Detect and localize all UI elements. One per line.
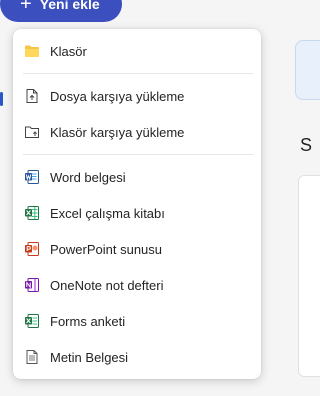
excel-icon (24, 205, 40, 221)
menu-item-file-upload[interactable]: Dosya karşıya yükleme (13, 78, 261, 114)
new-item-menu: Klasör Dosya karşıya yükleme Klasör karş… (13, 29, 261, 379)
nav-selection-indicator (0, 92, 3, 106)
section-heading-partial: S (300, 135, 313, 155)
menu-item-label: OneNote not defteri (50, 277, 164, 293)
file-upload-icon (24, 88, 40, 104)
menu-item-powerpoint[interactable]: PowerPoint sunusu (13, 231, 261, 267)
plus-icon: + (20, 0, 32, 15)
menu-item-label: Metin Belgesi (50, 349, 129, 365)
menu-item-word[interactable]: Word belgesi (13, 159, 261, 195)
menu-item-label: Klasör karşıya yükleme (50, 124, 185, 140)
menu-item-label: Forms anketi (50, 313, 126, 329)
folder-icon (24, 43, 40, 59)
forms-icon (24, 313, 40, 329)
menu-divider (23, 73, 253, 74)
menu-item-label: Word belgesi (50, 169, 126, 185)
folder-upload-icon (24, 124, 40, 140)
menu-divider (23, 154, 253, 155)
background-card (295, 40, 320, 100)
menu-item-text-document[interactable]: Metin Belgesi (13, 339, 261, 375)
new-add-button[interactable]: + Yeni ekle (0, 0, 122, 22)
menu-item-label: Dosya karşıya yükleme (50, 88, 185, 104)
menu-item-folder[interactable]: Klasör (13, 33, 261, 69)
word-icon (24, 169, 40, 185)
onenote-icon (24, 277, 40, 293)
menu-item-folder-upload[interactable]: Klasör karşıya yükleme (13, 114, 261, 150)
menu-item-label: Klasör (50, 43, 87, 59)
background-panel (298, 175, 320, 377)
powerpoint-icon (24, 241, 40, 257)
menu-item-label: Excel çalışma kitabı (50, 205, 165, 221)
menu-item-onenote[interactable]: OneNote not defteri (13, 267, 261, 303)
text-document-icon (24, 349, 40, 365)
menu-item-label: PowerPoint sunusu (50, 241, 163, 257)
menu-item-excel[interactable]: Excel çalışma kitabı (13, 195, 261, 231)
menu-item-forms[interactable]: Forms anketi (13, 303, 261, 339)
new-add-label: Yeni ekle (39, 0, 100, 12)
